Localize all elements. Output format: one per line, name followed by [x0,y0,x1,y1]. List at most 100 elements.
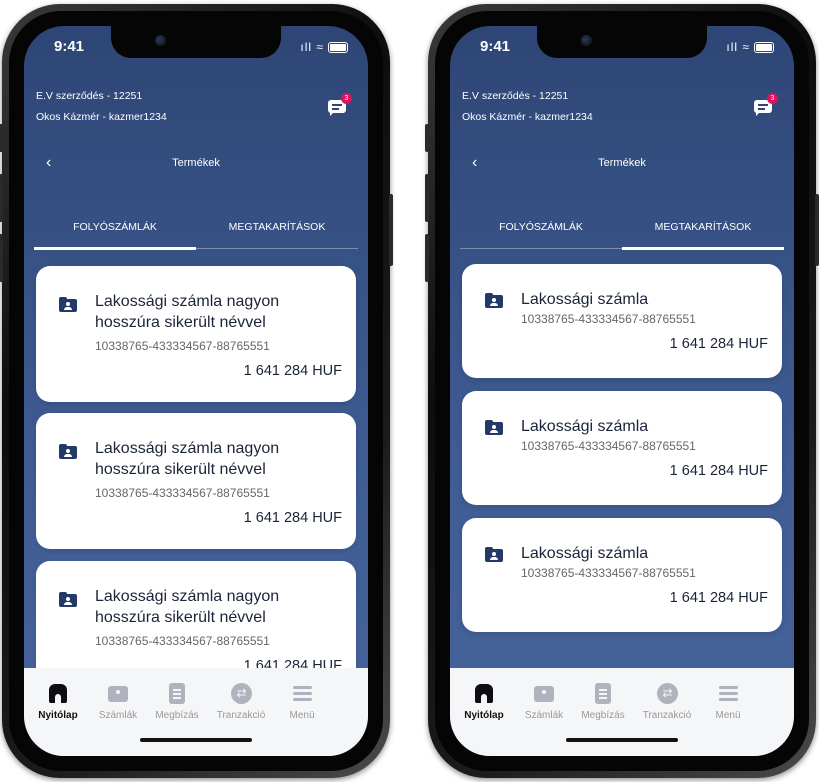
notch [111,26,281,58]
account-folder-icon [485,420,503,435]
account-number: 10338765-433334567-88765551 [521,566,696,580]
notification-badge: 3 [767,93,778,104]
account-folder-icon [59,444,77,459]
battery-icon [328,42,348,54]
nav-label: Nyitólap [38,710,78,721]
transaction-icon: ⇄ [228,682,254,706]
tab-megtakaritasok[interactable]: MEGTAKARÍTÁSOK [196,218,358,248]
volume-up-button [0,174,3,222]
nav-megbizas[interactable]: Megbízás [571,682,635,721]
product-tabs: FOLYÓSZÁMLÁK MEGTAKARÍTÁSOK [460,218,784,250]
tab-folyoszamlak[interactable]: FOLYÓSZÁMLÁK [460,218,622,248]
nav-szamlak[interactable]: Számlák [86,682,150,721]
phone-mockup-right: 9:41 ıll ≈ E.V szerződés - 12251 Okos Ká… [425,4,819,778]
nav-menu[interactable]: Menü [270,682,334,721]
camera-icon [155,35,166,46]
account-balance: 1 641 284 HUF [669,463,768,479]
contract-label: E.V szerződés - 12251 [462,90,569,102]
nav-label: Megbízás [581,710,625,721]
account-number: 10338765-433334567-88765551 [95,339,270,353]
status-time: 9:41 [480,38,511,55]
account-name: Lakossági számla [521,418,649,435]
user-label: Okos Kázmér - kazmer1234 [462,111,593,123]
signal-wifi-icon: ıll ≈ [300,40,348,54]
app-screen: 9:41 ıll ≈ E.V szerződés - 12251 Okos Ká… [24,26,368,756]
nav-label: Megbízás [155,710,199,721]
home-icon [471,682,497,706]
nav-nyitolap[interactable]: Nyitólap [26,682,90,721]
nav-tranzakcio[interactable]: ⇄ Tranzakció [635,682,699,721]
account-balance: 1 641 284 HUF [669,336,768,352]
nav-label: Tranzakció [216,710,266,721]
power-button [815,194,819,266]
account-card[interactable]: Lakossági számla 10338765-433334567-8876… [462,264,782,378]
nav-label: Számlák [524,710,564,721]
menu-icon [289,682,315,706]
signal-wifi-icon: ıll ≈ [726,40,774,54]
nav-menu[interactable]: Menü [696,682,760,721]
status-time: 9:41 [54,38,85,55]
camera-icon [581,35,592,46]
account-number: 10338765-433334567-88765551 [521,312,696,326]
volume-up-button [425,174,429,222]
account-card[interactable]: Lakossági számla nagyon hosszúra sikerül… [36,413,356,549]
home-indicator[interactable] [566,738,678,742]
volume-down-button [425,234,429,282]
transaction-icon: ⇄ [654,682,680,706]
nav-label: Tranzakció [642,710,692,721]
account-name: Lakossági számla [521,545,649,562]
messages-button[interactable]: 3 [328,93,352,116]
account-balance: 1 641 284 HUF [243,510,342,526]
page-title: Termékek [598,157,646,169]
account-name: Lakossági számla nagyon hosszúra sikerül… [95,440,280,478]
clipboard-icon [164,682,190,706]
mute-switch [0,124,3,152]
user-label: Okos Kázmér - kazmer1234 [36,111,167,123]
home-icon [45,682,71,706]
notification-badge: 3 [341,93,352,104]
home-indicator[interactable] [140,738,252,742]
nav-megbizas[interactable]: Megbízás [145,682,209,721]
nav-szamlak[interactable]: Számlák [512,682,576,721]
account-number: 10338765-433334567-88765551 [95,486,270,500]
tab-megtakaritasok[interactable]: MEGTAKARÍTÁSOK [622,218,784,250]
clipboard-icon [590,682,616,706]
account-card[interactable]: Lakossági számla 10338765-433334567-8876… [462,518,782,632]
account-name: Lakossági számla [521,291,649,308]
signal-text: ıll ≈ [726,40,750,54]
menu-icon [715,682,741,706]
account-balance: 1 641 284 HUF [243,363,342,379]
account-card[interactable]: Lakossági számla nagyon hosszúra sikerül… [36,266,356,402]
contract-label: E.V szerződés - 12251 [36,90,143,102]
account-folder-icon [485,547,503,562]
account-folder-icon [485,293,503,308]
bottom-nav: Nyitólap Számlák Megbízás ⇄ Tranzakció M… [24,668,368,756]
bottom-nav: Nyitólap Számlák Megbízás ⇄ Tranzakció M… [450,668,794,756]
account-number: 10338765-433334567-88765551 [521,439,696,453]
tab-folyoszamlak[interactable]: FOLYÓSZÁMLÁK [34,218,196,250]
mute-switch [425,124,429,152]
account-folder-icon [59,592,77,607]
nav-label: Menü [289,710,315,721]
nav-label: Menü [715,710,741,721]
account-balance: 1 641 284 HUF [669,590,768,606]
app-screen: 9:41 ıll ≈ E.V szerződés - 12251 Okos Ká… [450,26,794,756]
nav-label: Nyitólap [464,710,504,721]
nav-nyitolap[interactable]: Nyitólap [452,682,516,721]
nav-tranzakcio[interactable]: ⇄ Tranzakció [209,682,273,721]
volume-down-button [0,234,3,282]
account-card[interactable]: Lakossági számla 10338765-433334567-8876… [462,391,782,505]
account-folder-icon [59,297,77,312]
account-icon [531,682,557,706]
messages-button[interactable]: 3 [754,93,778,116]
power-button [389,194,393,266]
signal-text: ıll ≈ [300,40,324,54]
product-tabs: FOLYÓSZÁMLÁK MEGTAKARÍTÁSOK [34,218,358,250]
account-name: Lakossági számla nagyon hosszúra sikerül… [95,588,280,626]
notch [537,26,707,58]
account-icon [105,682,131,706]
nav-label: Számlák [98,710,138,721]
page-title: Termékek [172,157,220,169]
phone-mockup-left: 9:41 ıll ≈ E.V szerződés - 12251 Okos Ká… [0,4,393,778]
account-number: 10338765-433334567-88765551 [95,634,270,648]
